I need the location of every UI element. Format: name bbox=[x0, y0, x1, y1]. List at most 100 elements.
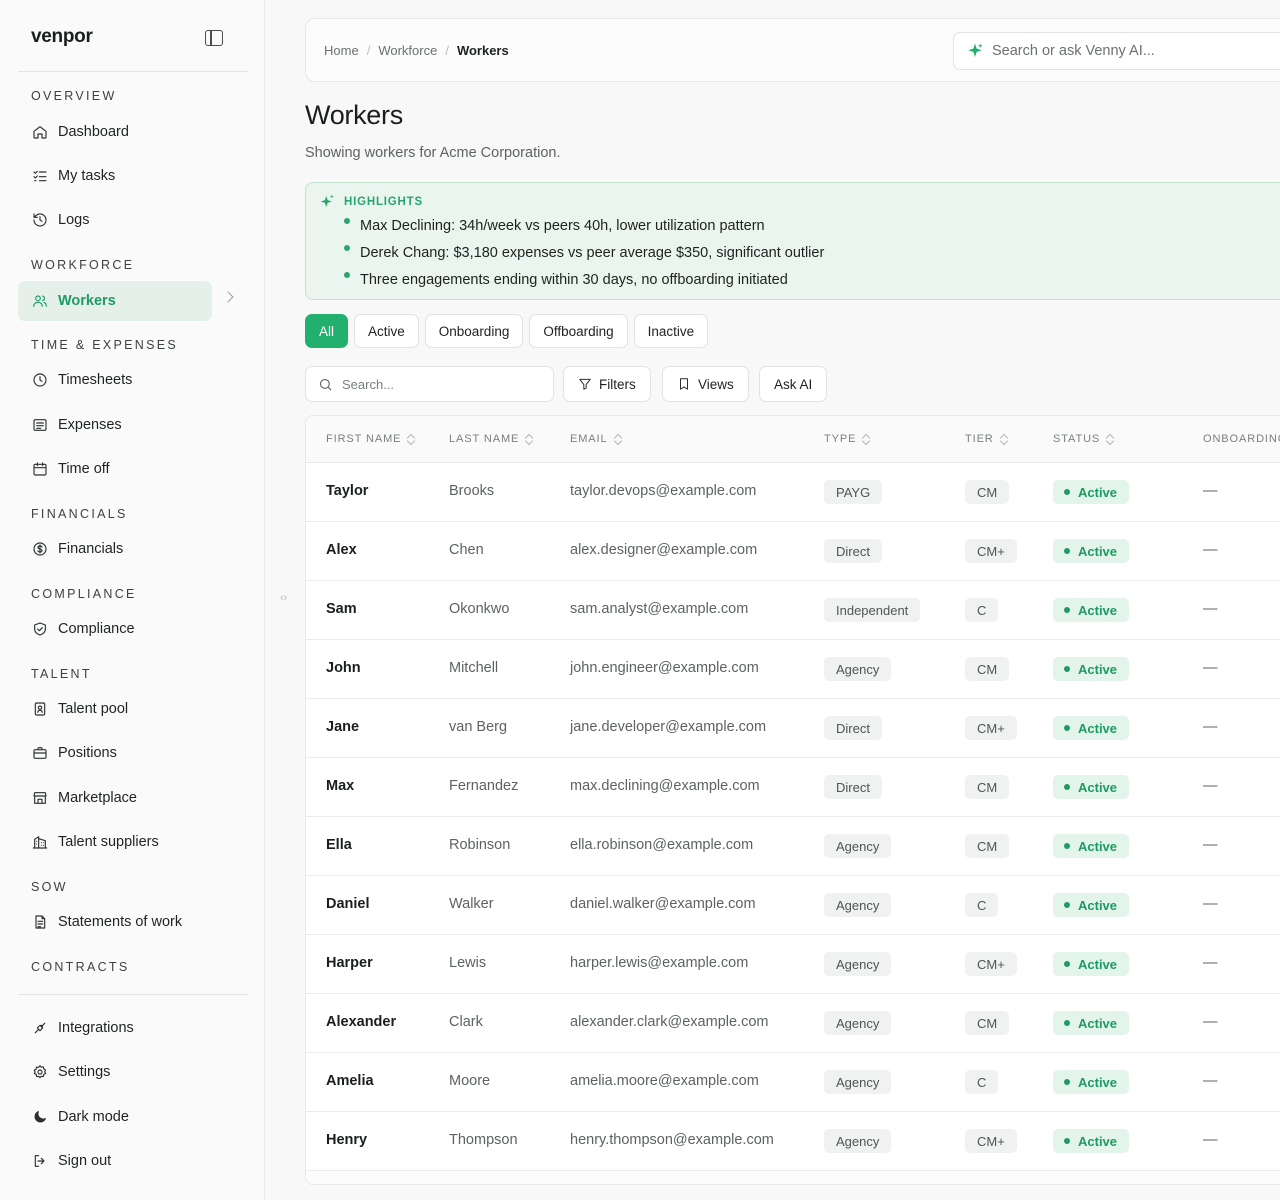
table-row[interactable]: Jane van Berg jane.developer@example.com Di… bbox=[306, 699, 1280, 758]
table-row[interactable]: Sam Okonkwo sam.analyst@example.com Indepen… bbox=[306, 581, 1280, 640]
status-dot-icon bbox=[1064, 1138, 1070, 1144]
sidebar-item-my-tasks[interactable]: My tasks bbox=[18, 156, 212, 196]
sidebar-item-positions[interactable]: Positions bbox=[18, 733, 212, 773]
breadcrumb-workforce[interactable]: Workforce bbox=[378, 43, 437, 58]
table-row[interactable]: Alexander Clark alexander.clark@example.co… bbox=[306, 994, 1280, 1053]
column-header-status[interactable]: STATUS bbox=[1053, 433, 1114, 445]
cell-email: sam.analyst@example.com bbox=[570, 601, 749, 617]
users-icon bbox=[31, 293, 48, 310]
sidebar-item-integrations[interactable]: Integrations bbox=[18, 1008, 212, 1048]
cell-onboarding: — bbox=[1203, 542, 1218, 558]
column-header-first-name[interactable]: FIRST NAME bbox=[326, 433, 415, 445]
tab-onboarding[interactable]: Onboarding bbox=[424, 314, 524, 348]
sidebar-item-dark-mode[interactable]: Dark mode bbox=[18, 1097, 212, 1137]
table-row[interactable]: Ella Robinson ella.robinson@example.com Age… bbox=[306, 817, 1280, 876]
section-label-workforce: WORKFORCE bbox=[31, 258, 135, 272]
ask-ai-button[interactable]: Ask AI bbox=[759, 366, 828, 402]
type-badge: PAYG bbox=[824, 480, 883, 504]
column-header-last-name[interactable]: LAST NAME bbox=[449, 433, 533, 445]
table-row[interactable]: John Mitchell john.engineer@example.com Age… bbox=[306, 640, 1280, 699]
sidebar-item-expenses[interactable]: Expenses bbox=[18, 405, 212, 445]
column-header-email[interactable]: EMAIL bbox=[570, 433, 622, 445]
type-badge: Agency bbox=[824, 1070, 892, 1094]
tab-all[interactable]: All bbox=[305, 314, 349, 348]
breadcrumb-home[interactable]: Home bbox=[324, 43, 359, 58]
sidebar-item-timesheets[interactable]: Timesheets bbox=[18, 360, 212, 400]
sidebar-item-compliance[interactable]: Compliance bbox=[18, 609, 212, 649]
brand-logo[interactable]: venpor bbox=[31, 26, 93, 48]
tier-badge: CM bbox=[965, 480, 1010, 504]
type-badge: Agency bbox=[824, 834, 892, 858]
sort-icon bbox=[1107, 434, 1114, 444]
table-search-input[interactable] bbox=[342, 376, 542, 392]
chevron-right-icon[interactable] bbox=[222, 291, 234, 303]
views-label: Views bbox=[698, 376, 734, 392]
sidebar-resize-handle-icon[interactable]: ‹› bbox=[280, 592, 287, 604]
cell-first-name: Alexander bbox=[326, 1014, 397, 1030]
table-row[interactable]: Henry Thompson henry.thompson@example.com A… bbox=[306, 1112, 1280, 1171]
cell-email: max.declining@example.com bbox=[570, 778, 760, 794]
cell-email: jane.developer@example.com bbox=[570, 719, 767, 735]
ai-search-input[interactable] bbox=[992, 43, 1252, 59]
sidebar-item-talent-pool[interactable]: Talent pool bbox=[18, 689, 212, 729]
table-row[interactable]: Daniel Walker daniel.walker@example.com Age… bbox=[306, 876, 1280, 935]
table-search-box[interactable] bbox=[305, 366, 554, 402]
bookmark-icon bbox=[680, 378, 688, 390]
sidebar-item-talent-suppliers[interactable]: Talent suppliers bbox=[18, 822, 212, 862]
section-label-talent: TALENT bbox=[31, 667, 92, 681]
sidebar-item-time-off[interactable]: Time off bbox=[18, 449, 212, 489]
column-header-tier[interactable]: TIER bbox=[965, 433, 1008, 445]
sidebar-item-label: Dashboard bbox=[58, 124, 129, 140]
tier-badge: CM+ bbox=[965, 952, 1017, 976]
column-header-onboarding[interactable]: ONBOARDING bbox=[1203, 433, 1280, 445]
sidebar-item-financials[interactable]: Financials bbox=[18, 529, 212, 569]
sidebar-item-workers[interactable]: Workers bbox=[18, 281, 212, 321]
home-icon bbox=[31, 124, 48, 141]
sidebar-item-label: Timesheets bbox=[58, 372, 133, 388]
table-row[interactable]: Max Fernandez max.declining@example.com Dir… bbox=[306, 758, 1280, 817]
sidebar-item-logs[interactable]: Logs bbox=[18, 200, 212, 240]
id-badge-icon bbox=[31, 701, 48, 718]
plug-icon bbox=[31, 1020, 48, 1037]
column-header-type[interactable]: TYPE bbox=[824, 433, 870, 445]
filters-button[interactable]: Filters bbox=[563, 366, 651, 402]
views-button[interactable]: Views bbox=[662, 366, 749, 402]
cell-email: amelia.moore@example.com bbox=[570, 1073, 759, 1089]
tab-offboarding[interactable]: Offboarding bbox=[529, 314, 628, 348]
checklist-icon bbox=[31, 168, 48, 185]
status-dot-icon bbox=[1064, 902, 1070, 908]
table-row[interactable]: Harper Lewis harper.lewis@example.com Agenc… bbox=[306, 935, 1280, 994]
status-label: Active bbox=[1078, 1015, 1118, 1031]
briefcase-icon bbox=[31, 745, 48, 762]
sparkle-icon bbox=[968, 43, 983, 57]
tab-inactive[interactable]: Inactive bbox=[633, 314, 709, 348]
table-row[interactable]: Taylor Brooks taylor.devops@example.com PAY… bbox=[306, 463, 1280, 522]
tab-active[interactable]: Active bbox=[354, 314, 419, 348]
sidebar-divider bbox=[18, 994, 248, 995]
cell-first-name: Harper bbox=[326, 955, 373, 971]
sidebar-item-statements-of-work[interactable]: Statements of work bbox=[18, 902, 212, 942]
sidebar-item-marketplace[interactable]: Marketplace bbox=[18, 778, 212, 818]
sidebar-item-dashboard[interactable]: Dashboard bbox=[18, 112, 212, 152]
status-badge: Active bbox=[1053, 480, 1130, 504]
cell-onboarding: — bbox=[1203, 1014, 1218, 1030]
status-label: Active bbox=[1078, 661, 1118, 677]
sidebar-item-label: Talent suppliers bbox=[58, 834, 159, 850]
cell-last-name: Robinson bbox=[449, 837, 511, 853]
table-row[interactable]: Alex Chen alex.designer@example.com Direct C… bbox=[306, 522, 1280, 581]
status-badge: Active bbox=[1053, 1070, 1130, 1094]
ai-search-box[interactable] bbox=[953, 32, 1280, 70]
highlight-item: Three engagements ending within 30 days,… bbox=[344, 270, 824, 297]
cell-onboarding: — bbox=[1203, 837, 1218, 853]
cell-last-name: van Berg bbox=[449, 719, 508, 735]
sidebar-toggle-icon[interactable] bbox=[205, 30, 223, 46]
cell-email: alex.designer@example.com bbox=[570, 542, 758, 558]
table-row[interactable]: Amelia Moore amelia.moore@example.com Agenc… bbox=[306, 1053, 1280, 1112]
status-label: Active bbox=[1078, 543, 1118, 559]
cell-email: taylor.devops@example.com bbox=[570, 483, 757, 499]
sidebar-item-label: My tasks bbox=[58, 168, 116, 184]
sidebar-item-sign-out[interactable]: Sign out bbox=[18, 1141, 212, 1181]
cell-last-name: Lewis bbox=[449, 955, 487, 971]
sidebar-item-settings[interactable]: Settings bbox=[18, 1052, 212, 1092]
cell-first-name: Max bbox=[326, 778, 355, 794]
